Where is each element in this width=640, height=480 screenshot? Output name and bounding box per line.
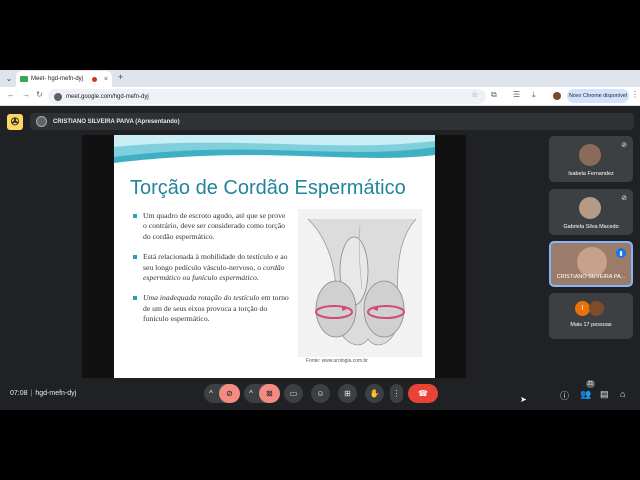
back-icon[interactable]: ←	[7, 90, 15, 99]
anatomy-illustration	[298, 209, 422, 357]
mic-off-icon: ⊘	[621, 142, 627, 149]
meet-favicon-icon	[20, 76, 28, 82]
clock-time: 07:08	[10, 390, 28, 397]
presentation-slide: Torção de Cordão Espermático Um quadro d…	[114, 135, 435, 378]
url-text[interactable]: meet.google.com/hgd-mefn-dyj	[66, 94, 149, 100]
forward-icon[interactable]: →	[22, 90, 30, 99]
separator: |	[30, 390, 33, 397]
meeting-code: hgd-mefn-dyj	[35, 390, 77, 397]
star-icon[interactable]: ☆	[472, 91, 478, 99]
participant-name: Mais 17 pessoas	[570, 322, 612, 328]
mic-options-icon[interactable]: ^	[204, 384, 218, 403]
more-options-button[interactable]: ⋮	[390, 384, 403, 403]
participant-name: Isabela Fernandez	[568, 171, 614, 177]
emoji-button[interactable]: ☺	[311, 384, 330, 403]
participant-name: Gabriela Silva Macedo	[563, 224, 619, 230]
present-button[interactable]: ⊞	[338, 384, 357, 403]
list-item: Uma inadequada rotação do testículo em t…	[132, 293, 290, 324]
participant-tile[interactable]: ⊘ Gabriela Silva Macedo	[549, 189, 633, 235]
participant-tile-speaking[interactable]: ▮ CRISTIANO SILVEIRA PA...	[549, 241, 633, 287]
new-tab-button[interactable]: +	[118, 72, 123, 82]
omnibox[interactable]: meet.google.com/hgd-mefn-dyj ☆	[48, 89, 486, 104]
presenter-bar: CRISTIANO SILVEIRA PAIVA (Apresentando)	[30, 113, 634, 130]
raise-hand-button[interactable]: ✋	[365, 384, 384, 403]
bookmarks-icon[interactable]: ☰	[513, 90, 520, 99]
profile-avatar[interactable]	[553, 92, 561, 100]
tab-title: Meet- hgd-mefn-dyj	[31, 76, 84, 82]
kebab-icon[interactable]: ⋮	[631, 90, 639, 99]
speaking-indicator-icon: ▮	[616, 248, 626, 258]
screen: ⌄ Meet- hgd-mefn-dyj × + ← → ↻ meet.goog…	[0, 0, 640, 480]
avatar	[579, 197, 601, 219]
tab-search-icon[interactable]: ⌄	[3, 72, 15, 84]
avatar: I	[575, 301, 590, 316]
activities-icon[interactable]: ⌂	[620, 389, 625, 399]
camera-options-icon[interactable]: ^	[244, 384, 258, 403]
meeting-info: 07:08 | hgd-mefn-dyj	[10, 390, 76, 397]
captions-button[interactable]: ▭	[284, 384, 303, 403]
reload-icon[interactable]: ↻	[36, 90, 43, 99]
list-item: Um quadro de escroto agudo, até que se p…	[132, 211, 290, 242]
info-icon[interactable]: ⓘ	[560, 389, 569, 402]
presenter-label: CRISTIANO SILVEIRA PAIVA (Apresentando)	[53, 118, 180, 125]
update-chrome-button[interactable]: Novo Chrome disponível	[567, 89, 629, 103]
download-icon[interactable]: ⤓	[532, 90, 536, 100]
leave-call-button[interactable]: ☎	[408, 384, 438, 403]
people-icon[interactable]: 👥	[580, 389, 591, 400]
image-credit: Fonte: www.urologia.com.br	[306, 358, 368, 364]
avatar	[589, 301, 604, 316]
recording-dot-icon	[91, 76, 97, 82]
slide-bullets: Um quadro de escroto agudo, até que se p…	[132, 211, 290, 335]
mouse-cursor-icon: ➤	[520, 395, 527, 404]
extensions-icon[interactable]: ⧉	[491, 90, 497, 100]
browser-tab[interactable]: Meet- hgd-mefn-dyj ×	[16, 71, 112, 87]
chat-icon[interactable]: ▤	[600, 389, 609, 400]
participant-tile[interactable]: ⊘ Isabela Fernandez	[549, 136, 633, 182]
slide-header-wave	[114, 135, 435, 163]
mic-off-button[interactable]: ⊘	[219, 384, 240, 403]
list-item: Está relacionada à mobilidade do testícu…	[132, 252, 290, 283]
meet-activity-icon[interactable]: ✇	[7, 114, 23, 130]
avatar	[579, 144, 601, 166]
participant-name: CRISTIANO SILVEIRA PA...	[556, 274, 626, 280]
avatar	[577, 247, 607, 277]
avatar	[36, 116, 47, 127]
tab-close-icon[interactable]: ×	[104, 76, 108, 83]
mic-off-icon: ⊘	[621, 195, 627, 202]
more-participants-tile[interactable]: I Mais 17 pessoas	[549, 293, 633, 339]
slide-title: Torção de Cordão Espermático	[130, 177, 406, 199]
site-info-icon[interactable]	[54, 92, 62, 101]
participant-count-badge: 21	[586, 380, 595, 388]
camera-off-button[interactable]: ⊠	[259, 384, 280, 403]
